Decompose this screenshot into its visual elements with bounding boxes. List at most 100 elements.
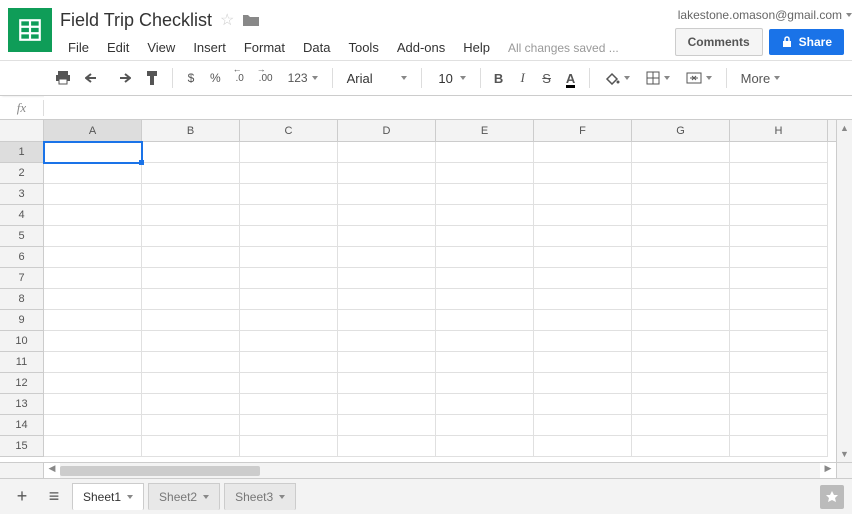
cell[interactable]	[632, 142, 730, 163]
format-percent-button[interactable]: %	[205, 66, 226, 90]
cell[interactable]	[534, 436, 632, 457]
row-header[interactable]: 10	[0, 331, 44, 352]
cell[interactable]	[632, 373, 730, 394]
cell[interactable]	[632, 436, 730, 457]
borders-button[interactable]	[640, 69, 676, 87]
add-sheet-button[interactable]: +	[8, 483, 36, 511]
column-header[interactable]: H	[730, 120, 828, 141]
sheet-tab[interactable]: Sheet1	[72, 483, 144, 510]
fill-color-button[interactable]	[598, 69, 636, 87]
paint-format-button[interactable]	[140, 66, 164, 90]
cell[interactable]	[534, 184, 632, 205]
cell[interactable]	[632, 352, 730, 373]
cell[interactable]	[338, 331, 436, 352]
cell[interactable]	[240, 352, 338, 373]
cell[interactable]	[142, 142, 240, 163]
sheets-logo[interactable]	[8, 8, 52, 52]
cell[interactable]	[44, 205, 142, 226]
cell[interactable]	[142, 163, 240, 184]
cell[interactable]	[730, 394, 828, 415]
cell[interactable]	[44, 184, 142, 205]
cell[interactable]	[338, 142, 436, 163]
cell[interactable]	[534, 352, 632, 373]
cell[interactable]	[142, 331, 240, 352]
cell[interactable]	[338, 205, 436, 226]
cell[interactable]	[338, 184, 436, 205]
more-toolbar-button[interactable]: More	[735, 67, 787, 90]
cell[interactable]	[730, 289, 828, 310]
cell[interactable]	[338, 289, 436, 310]
comments-button[interactable]: Comments	[675, 28, 763, 56]
cell[interactable]	[730, 163, 828, 184]
row-header[interactable]: 2	[0, 163, 44, 184]
scroll-down-icon[interactable]: ▼	[837, 446, 852, 462]
cell[interactable]	[142, 436, 240, 457]
document-title[interactable]: Field Trip Checklist	[60, 10, 212, 31]
cell[interactable]	[730, 226, 828, 247]
cell[interactable]	[534, 415, 632, 436]
cell[interactable]	[436, 184, 534, 205]
merge-cells-button[interactable]	[680, 70, 718, 86]
folder-icon[interactable]	[242, 13, 260, 27]
cell[interactable]	[436, 226, 534, 247]
cell[interactable]	[338, 310, 436, 331]
cell[interactable]	[240, 163, 338, 184]
text-color-button[interactable]: A	[561, 66, 581, 90]
row-header[interactable]: 11	[0, 352, 44, 373]
cell[interactable]	[338, 373, 436, 394]
column-header[interactable]: G	[632, 120, 730, 141]
cell[interactable]	[534, 394, 632, 415]
cell[interactable]	[240, 268, 338, 289]
cell[interactable]	[632, 205, 730, 226]
cell[interactable]	[142, 415, 240, 436]
row-header[interactable]: 1	[0, 142, 44, 163]
cell[interactable]	[730, 268, 828, 289]
cell[interactable]	[632, 163, 730, 184]
cell[interactable]	[730, 142, 828, 163]
column-header[interactable]: B	[142, 120, 240, 141]
cell[interactable]	[44, 163, 142, 184]
column-header[interactable]: D	[338, 120, 436, 141]
cell[interactable]	[534, 268, 632, 289]
cell[interactable]	[632, 331, 730, 352]
share-button[interactable]: Share	[769, 29, 844, 55]
cell[interactable]	[142, 268, 240, 289]
cell[interactable]	[142, 310, 240, 331]
cell[interactable]	[338, 436, 436, 457]
cell[interactable]	[534, 142, 632, 163]
cell[interactable]	[142, 247, 240, 268]
cell[interactable]	[632, 226, 730, 247]
vertical-scrollbar[interactable]: ▲ ▼	[836, 120, 852, 462]
user-menu[interactable]: lakestone.omason@gmail.com	[678, 8, 852, 22]
cell[interactable]	[338, 415, 436, 436]
explore-button[interactable]	[820, 485, 844, 509]
cell[interactable]	[436, 310, 534, 331]
select-all-corner[interactable]	[0, 120, 44, 141]
menu-tools[interactable]: Tools	[340, 36, 386, 59]
cell[interactable]	[240, 289, 338, 310]
cell[interactable]	[240, 436, 338, 457]
decrease-decimal-button[interactable]: .0←	[230, 66, 250, 90]
cell[interactable]	[730, 352, 828, 373]
cell[interactable]	[534, 310, 632, 331]
cell[interactable]	[436, 352, 534, 373]
undo-button[interactable]	[80, 66, 106, 90]
cell[interactable]	[436, 373, 534, 394]
menu-format[interactable]: Format	[236, 36, 293, 59]
cell[interactable]	[240, 142, 338, 163]
print-button[interactable]	[50, 66, 76, 90]
cell[interactable]	[240, 247, 338, 268]
cell[interactable]	[240, 184, 338, 205]
cell[interactable]	[632, 310, 730, 331]
menu-view[interactable]: View	[139, 36, 183, 59]
cell[interactable]	[338, 268, 436, 289]
scroll-left-icon[interactable]: ◀	[44, 463, 60, 478]
cell[interactable]	[240, 394, 338, 415]
cell[interactable]	[436, 436, 534, 457]
cell[interactable]	[632, 247, 730, 268]
sheet-tab[interactable]: Sheet3	[224, 483, 296, 510]
row-header[interactable]: 7	[0, 268, 44, 289]
cell[interactable]	[44, 415, 142, 436]
cell[interactable]	[240, 205, 338, 226]
sheet-tab[interactable]: Sheet2	[148, 483, 220, 510]
